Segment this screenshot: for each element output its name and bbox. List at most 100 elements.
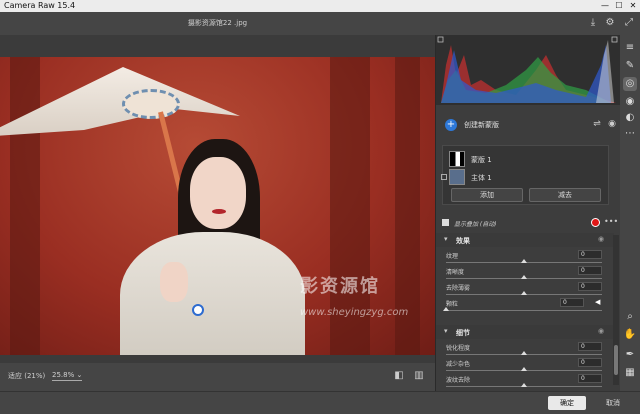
- add-button[interactable]: 添加: [451, 188, 523, 202]
- details-slider[interactable]: 波纹去除 0: [436, 373, 614, 389]
- subtract-label: 减去: [558, 191, 572, 199]
- slider-label: 清晰度: [446, 269, 465, 276]
- window-controls: — ☐ ✕: [598, 0, 640, 12]
- grid-icon[interactable]: ▦: [623, 366, 637, 380]
- mask-thumbnail: [449, 151, 465, 167]
- zoom-dropdown[interactable]: 25.8% ⌄: [52, 371, 83, 381]
- subject-face: [190, 157, 246, 229]
- edit-panel: + 创建新蒙版 ⇌ ◉ 蒙版 1 主体 1 添加 减去 显示叠加 (自动) ••…: [435, 35, 621, 391]
- effects-slider[interactable]: 颗粒 0 ◀: [436, 297, 614, 313]
- effects-section-header[interactable]: ▾ 效果 ◉: [436, 233, 614, 247]
- expand-arrow-icon[interactable]: ◀: [595, 298, 600, 306]
- watermark-text: 影资源馆: [300, 276, 380, 297]
- create-mask-label[interactable]: 创建新蒙版: [464, 120, 499, 130]
- subject-body: [120, 232, 305, 355]
- chevron-down-icon: ▾: [444, 327, 448, 335]
- effects-slider[interactable]: 纹理 0: [436, 249, 614, 265]
- add-label: 添加: [480, 191, 494, 199]
- umbrella-ribs: [122, 89, 180, 119]
- cancel-button[interactable]: 取消: [598, 396, 628, 410]
- create-mask-row: + 创建新蒙版 ⇌ ◉: [436, 115, 621, 135]
- slider-knob[interactable]: [521, 275, 527, 279]
- slider-label: 锐化程度: [446, 345, 471, 352]
- mask-item-label: 主体 1: [471, 174, 492, 182]
- ok-button[interactable]: 确定: [548, 396, 586, 410]
- maximize-button[interactable]: ☐: [612, 0, 626, 12]
- photo-preview[interactable]: 影资源馆 www.sheyingzyg.com: [0, 57, 435, 355]
- eye-icon[interactable]: ◉: [606, 119, 618, 129]
- slider-track[interactable]: [446, 310, 602, 311]
- mask-item[interactable]: 蒙版 1: [445, 150, 605, 168]
- compare-view-icon[interactable]: ▥: [413, 370, 425, 382]
- slider-label: 去除薄雾: [446, 285, 471, 292]
- slider-value-input[interactable]: 0: [578, 358, 602, 367]
- slider-label: 减少杂色: [446, 361, 471, 368]
- details-slider[interactable]: 锐化程度 0: [436, 341, 614, 357]
- sliders-icon[interactable]: ≡: [623, 41, 637, 55]
- file-name: 摄影资源馆22 .jpg: [187, 19, 248, 27]
- watermark-url: www.sheyingzyg.com: [300, 307, 409, 318]
- slider-value-input[interactable]: 0: [560, 298, 584, 307]
- hand-icon[interactable]: ✋: [623, 328, 637, 342]
- eye-icon[interactable]: ◉: [598, 327, 604, 335]
- effects-slider[interactable]: 清晰度 0: [436, 265, 614, 281]
- effects-slider[interactable]: 去除薄雾 0: [436, 281, 614, 297]
- window-title: Camera Raw 15.4: [4, 1, 76, 10]
- mask-checkbox[interactable]: [441, 174, 447, 180]
- brush-icon[interactable]: ✎: [623, 59, 637, 73]
- dialog-footer: 确定 取消: [0, 391, 640, 414]
- slider-knob[interactable]: [521, 383, 527, 387]
- panel-scrollbar[interactable]: [613, 235, 619, 385]
- slider-knob[interactable]: [521, 259, 527, 263]
- more-icon[interactable]: •••: [604, 217, 618, 226]
- slider-value-input[interactable]: 0: [578, 374, 602, 383]
- fit-zoom-label[interactable]: 适应 (21%): [8, 371, 45, 381]
- eye-icon[interactable]: ◉: [598, 235, 604, 243]
- gear-icon[interactable]: ⚙: [603, 16, 617, 30]
- scrollbar-thumb[interactable]: [614, 345, 618, 375]
- details-section-header[interactable]: ▾ 细节 ◉: [436, 325, 614, 339]
- bottom-toolbar: 适应 (21%) 25.8% ⌄ ◧ ▥: [0, 363, 435, 391]
- download-icon[interactable]: ⤓: [586, 16, 600, 30]
- redeye-icon[interactable]: ◉: [623, 95, 637, 109]
- slider-knob[interactable]: [521, 367, 527, 371]
- mask-item-label: 蒙版 1: [471, 156, 492, 164]
- slider-value-input[interactable]: 0: [578, 342, 602, 351]
- slider-knob[interactable]: [521, 291, 527, 295]
- mask-circle-icon[interactable]: ◎: [623, 77, 637, 91]
- details-slider[interactable]: 减少杂色 0: [436, 357, 614, 373]
- overlay-row: 显示叠加 (自动) •••: [436, 215, 621, 231]
- slider-value-input[interactable]: 0: [578, 250, 602, 259]
- minimize-button[interactable]: —: [598, 0, 612, 12]
- close-button[interactable]: ✕: [626, 0, 640, 12]
- preset-icon[interactable]: ◐: [623, 111, 637, 125]
- frame-icon[interactable]: ◧: [393, 370, 405, 382]
- overlay-checkbox[interactable]: [442, 219, 449, 226]
- slider-knob[interactable]: [443, 307, 449, 311]
- details-title: 细节: [456, 329, 470, 337]
- subject-lips: [212, 209, 226, 214]
- mask-item[interactable]: 主体 1: [441, 168, 605, 186]
- subject-thumbnail: [449, 169, 465, 185]
- plus-icon[interactable]: +: [445, 119, 457, 131]
- slider-knob[interactable]: [521, 351, 527, 355]
- histogram: [436, 35, 621, 105]
- background-tree: [10, 57, 40, 355]
- slider-value-input[interactable]: 0: [578, 282, 602, 291]
- chevron-down-icon: ▾: [444, 235, 448, 243]
- more-icon[interactable]: ⋯: [623, 127, 637, 141]
- slider-value-input[interactable]: 0: [578, 266, 602, 275]
- overlay-color-swatch[interactable]: [591, 218, 600, 227]
- eyedropper-icon[interactable]: ✒: [623, 348, 637, 362]
- subject-hand: [160, 262, 188, 302]
- window-titlebar: Camera Raw 15.4 — ☐ ✕: [0, 0, 640, 12]
- chevron-down-icon: ⌄: [76, 371, 83, 379]
- subtract-button[interactable]: 减去: [529, 188, 601, 202]
- image-canvas[interactable]: 影资源馆 www.sheyingzyg.com: [0, 35, 435, 363]
- effects-title: 效果: [456, 237, 470, 245]
- expand-icon[interactable]: ⤢: [622, 16, 636, 30]
- mask-pin-icon[interactable]: [192, 304, 204, 316]
- reset-icon[interactable]: ⇌: [591, 119, 603, 129]
- zoom-icon[interactable]: ⌕: [623, 310, 637, 324]
- top-toolbar: 摄影资源馆22 .jpg ⤓ ⚙ ⤢: [0, 12, 640, 35]
